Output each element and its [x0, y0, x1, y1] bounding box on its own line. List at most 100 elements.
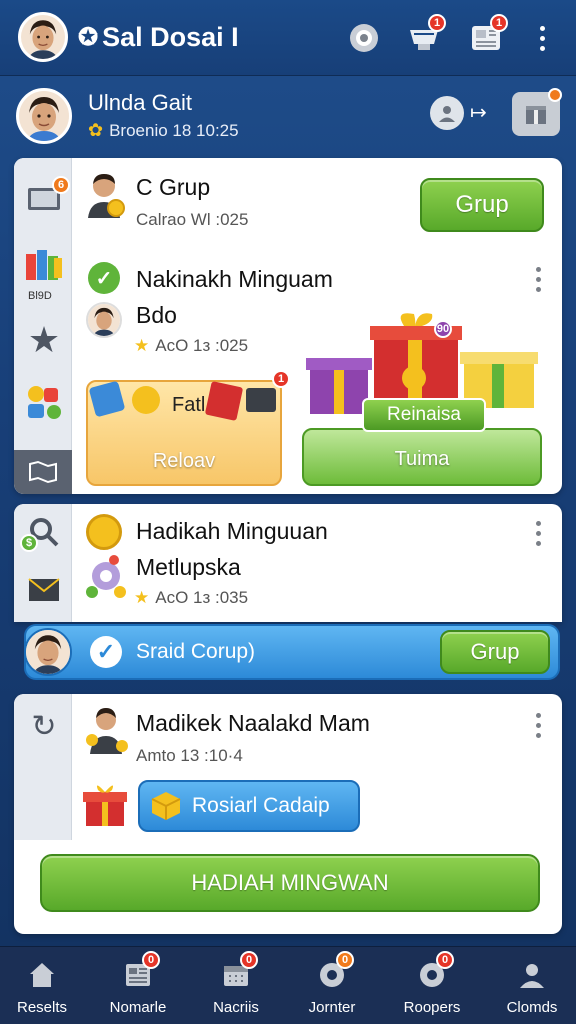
books-icon: [26, 250, 62, 280]
group-bar-avatar: [24, 628, 72, 676]
card2-subtitle: Metlupska: [136, 554, 241, 580]
card1-item-menu[interactable]: [528, 264, 548, 294]
nav-label-nomarle: Nomarle: [109, 999, 167, 1016]
nav-item-clomds[interactable]: Clomds: [484, 947, 576, 1024]
rail-search-badge: $: [20, 534, 38, 552]
nav-label-roopers: Roopers: [403, 999, 461, 1016]
bottom-navigation: Reselts 0 Nomarle 0 Nacriis 0 Jornter 0 …: [0, 946, 576, 1024]
profile-subtitle: ✿ Broenio 18 10:25: [88, 120, 239, 141]
star-icon: ★: [134, 336, 150, 355]
rail-monitor-badge: 6: [52, 176, 70, 194]
card1-grup-button[interactable]: Grup: [420, 178, 544, 232]
inbox-button[interactable]: 1: [404, 14, 446, 58]
nav-label-nacriis: Nacriis: [213, 999, 259, 1016]
card2-meta-text: AсO 1з :035: [155, 588, 249, 607]
profile-name: Ulnda Gait: [88, 90, 192, 115]
game-icon: [28, 386, 61, 419]
settings-icon: [350, 24, 378, 52]
nav-item-roopers[interactable]: 0 Roopers: [384, 947, 480, 1024]
user-avatar[interactable]: [18, 12, 68, 62]
orange-panel-label: Fatl: [172, 394, 206, 416]
card1-item-title: Nakinakh Minguam: [136, 266, 333, 292]
card3-title: Madikek Naalakd Mam: [136, 710, 370, 736]
nav-badge-nacriis: 0: [240, 951, 258, 969]
cube-icon: [151, 792, 181, 820]
news-badge: 1: [490, 14, 508, 32]
card1-item-avatar: [86, 302, 122, 338]
home-icon: [30, 963, 54, 987]
sticker-badge: 1: [272, 370, 290, 388]
group-bar-label: Sraid Corup): [136, 640, 256, 663]
orange-reward-panel[interactable]: 1 Fatl Reloav: [86, 370, 290, 486]
card1-item-subtitle: Bdo: [136, 302, 177, 328]
card1-item-meta-text: AсO 1з :025: [155, 336, 249, 355]
madikek-card: ↻ Madikek Naalakd Mam Amto 13 :10·4 Rosi…: [14, 694, 562, 934]
card1-meta: Calrao Wl :025: [136, 210, 249, 229]
avatar-face-icon: [21, 15, 65, 59]
toys-icon: [86, 555, 126, 598]
send-arrow-icon[interactable]: ↦: [470, 100, 487, 125]
hadiah-card: $ Hadikah Minguuan Metlupska ★ AсO 1з :0…: [14, 504, 562, 622]
nav-item-nacriis[interactable]: 0 Nacriis: [188, 947, 284, 1024]
card3-meta: Amto 13 :10·4: [136, 746, 243, 765]
rail-map-button[interactable]: [14, 450, 72, 494]
group-bar-grup-button[interactable]: Grup: [440, 630, 550, 674]
more-vert-icon[interactable]: [532, 23, 552, 53]
group-avatar: [86, 172, 126, 218]
rail-mail-button[interactable]: [22, 568, 66, 612]
refresh-icon: ↻: [31, 709, 57, 743]
nav-label-clomds: Clomds: [506, 999, 558, 1016]
card3-action-button[interactable]: Rosiarl Cadaip: [138, 780, 360, 832]
nav-badge-jornter: 0: [336, 951, 354, 969]
nav-label-reselts: Reselts: [16, 999, 68, 1016]
hadiah-mingwan-button[interactable]: HADIAH MINGWAN: [40, 854, 540, 912]
person-with-coin-icon: [88, 174, 125, 218]
verified-icon: ✓: [90, 636, 122, 668]
person-with-coins-icon: [86, 708, 128, 754]
group-card: 6 Bl9D ★ C Grup Calrao Wl :025 Grup ✓ Na…: [14, 158, 562, 494]
nav-item-reselts[interactable]: Reselts: [0, 947, 90, 1024]
gift-shop-button[interactable]: [512, 88, 562, 136]
person-icon: [439, 106, 455, 122]
gift-badge: 90: [434, 320, 452, 338]
coins-icon: ✿: [88, 120, 104, 140]
box-icon: [526, 106, 546, 124]
card3-menu[interactable]: [528, 710, 548, 740]
settings-button[interactable]: [344, 18, 384, 58]
friend-button[interactable]: [430, 96, 464, 130]
check-icon: ✓: [88, 262, 120, 294]
profile-avatar[interactable]: [16, 88, 72, 144]
profile-face-icon: [19, 91, 69, 141]
mail-icon: [28, 578, 60, 601]
rail-star-button[interactable]: ★: [22, 318, 66, 362]
nav-label-jornter: Jornter: [308, 999, 356, 1016]
gift-icon: [83, 785, 127, 826]
app-title-text: Sal Dosai I: [102, 22, 239, 52]
green-panel-label[interactable]: Reinaisa: [362, 398, 486, 432]
card1-title: C Grup: [136, 174, 211, 200]
card2-meta: ★ AсO 1з :035: [134, 588, 248, 608]
rail-search-button[interactable]: $: [20, 510, 66, 554]
top-app-bar: ✪ Sal Dosai I 1 1: [0, 0, 576, 76]
medal-icon: [86, 514, 122, 550]
rail-refresh-button[interactable]: ↻: [22, 704, 66, 748]
green-panel-button[interactable]: Tuima: [304, 448, 540, 471]
nav-item-jornter[interactable]: 0 Jornter: [284, 947, 380, 1024]
nav-item-nomarle[interactable]: 0 Nomarle: [90, 947, 186, 1024]
card1-item-meta: ★ AсO 1з :025: [134, 336, 248, 356]
rail-label: Bl9D: [28, 290, 52, 302]
orange-panel-button[interactable]: Reloav: [88, 450, 280, 473]
group-bar-face-icon: [26, 630, 70, 674]
nav-badge-nomarle: 0: [142, 951, 160, 969]
group-bar[interactable]: ✓ Sraid Corup) Grup: [24, 624, 560, 680]
star-icon: ★: [134, 588, 150, 607]
nav-badge-roopers: 0: [436, 951, 454, 969]
person-icon: [520, 964, 544, 988]
card2-title: Hadikah Minguuan: [136, 518, 328, 544]
rail-games-button[interactable]: [22, 380, 66, 424]
rail-book-button[interactable]: [22, 244, 66, 288]
rail-monitor-button[interactable]: 6: [22, 176, 70, 222]
card2-menu[interactable]: [528, 518, 548, 548]
news-button[interactable]: 1: [466, 14, 508, 58]
gift-shop-badge: [548, 88, 562, 102]
